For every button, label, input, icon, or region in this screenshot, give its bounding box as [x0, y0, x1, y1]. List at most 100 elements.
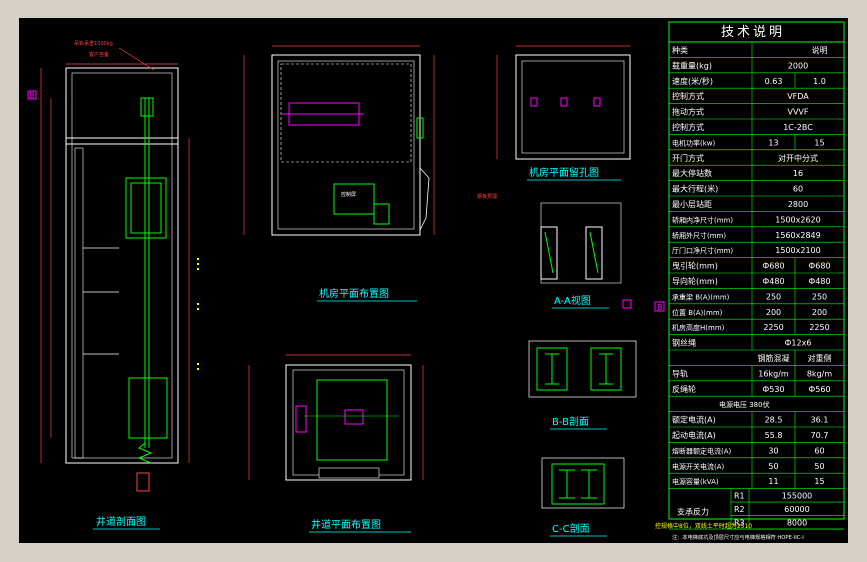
- spec-row-label: 机房高度H(mm): [672, 323, 725, 332]
- spec-row-label: 熔断器额定电流(A): [672, 446, 732, 455]
- spec-row-label: 控制方式: [672, 91, 704, 101]
- spec-row-label: 额定电流(A): [672, 415, 716, 425]
- bottom-note: 控规格中8位，双线土平时超为2510: [655, 522, 752, 530]
- hoistway-plan: 井道平面布置图: [248, 354, 424, 533]
- section-cc-title: C-C剖面: [552, 522, 590, 535]
- hole-plan: 机房平面留孔图: [496, 45, 631, 181]
- spec-row-value: 60: [793, 185, 803, 194]
- spec-row-label: 厅门口净尺寸(mm): [672, 246, 733, 255]
- reaction-value: 155000: [782, 492, 813, 501]
- spec-row-label: 种类: [672, 45, 688, 55]
- spec-row-label: 最大行程(米): [672, 184, 718, 194]
- spec-row-value-1: 55.8: [765, 431, 783, 440]
- reaction-name: R1: [734, 492, 745, 501]
- machine-room-plan-title: 机房平面布置图: [319, 287, 389, 300]
- spec-row-value: Ф12x6: [785, 339, 812, 348]
- spec-row-label: 位置 B(A)(mm): [672, 308, 723, 317]
- section-bb-title: B-B剖面: [552, 415, 589, 428]
- spec-row-label: 轿厢外尺寸(mm): [672, 231, 726, 240]
- section-cc: C-C剖面: [541, 457, 625, 537]
- spec-row-label: 起动电流(A): [672, 430, 716, 440]
- hoistway-section: 吊钩承重1000kg 客户自备 B 井道剖面图: [27, 40, 199, 530]
- spec-row-value-2: 50: [814, 462, 824, 471]
- hoistway-section-title: 井道剖面图: [96, 515, 146, 528]
- spec-row-value-2: 说明: [812, 45, 828, 55]
- spec-row-value-2: 15: [814, 477, 824, 486]
- spec-row-value-2: Ф480: [808, 277, 830, 286]
- cad-drawing-canvas[interactable]: 吊钩承重1000kg 客户自备 B 井道剖面图 控制屏 机房平面布置图 井道平面…: [19, 18, 848, 543]
- spec-row-value-2: 15: [814, 138, 824, 147]
- spec-row-value-1: 200: [766, 308, 781, 317]
- spec-row-value-1: Ф680: [762, 262, 784, 271]
- support-reaction-label: 支承反力: [677, 506, 709, 516]
- spec-row-value: 1500x2620: [775, 215, 820, 224]
- spec-row-value-1: 30: [768, 446, 778, 455]
- spec-row-value-1: 50: [768, 462, 778, 471]
- marker-b-right: B: [657, 303, 663, 312]
- spec-row-value-2: 36.1: [811, 416, 829, 425]
- spec-row-label: 载重量(kg): [672, 60, 712, 70]
- section-aa: 钢板预埋 A-A视图: [477, 193, 632, 309]
- machine-room-plan: 控制屏 机房平面布置图: [243, 45, 435, 302]
- spec-row-label: 电源开关电流(A): [672, 462, 725, 471]
- spec-row-value-1: Ф480: [762, 277, 784, 286]
- spec-row-value: 对开中分式: [778, 153, 818, 163]
- hook-note: 吊钩承重1000kg: [74, 40, 113, 47]
- spec-row-value-2: 250: [812, 292, 827, 301]
- spec-row-value: VFDA: [787, 92, 809, 101]
- spec-row-label: 电源容量(kVA): [672, 477, 719, 486]
- spec-row-label: 控制方式: [672, 122, 704, 132]
- spec-row-value-1: Ф530: [762, 385, 784, 394]
- section-aa-title: A-A视图: [554, 294, 591, 307]
- spec-row-value-2: 1.0: [813, 77, 826, 86]
- spec-row-label: 拖动方式: [672, 107, 704, 117]
- spec-row-label: 开门方式: [672, 153, 704, 163]
- spec-row-value: 1500x2100: [775, 246, 820, 255]
- marker-b-left: B: [29, 91, 35, 100]
- spec-row-label: 钢丝绳: [672, 338, 696, 348]
- spec-footnote: 注：本电梯底坑及顶层尺寸应与电梯规格相符 HOPE-IIC-I: [672, 533, 804, 541]
- spec-row-value-2: 对重侧: [808, 353, 832, 363]
- spec-row-label: 速度(米/秒): [672, 76, 713, 86]
- reaction-value: 60000: [784, 505, 809, 514]
- spec-row-value-1: 16kg/m: [758, 369, 789, 378]
- spec-row-label: 导向轮(mm): [672, 276, 718, 286]
- spec-row-value-1: 13: [768, 138, 778, 147]
- spec-row-value-2: 200: [812, 308, 827, 317]
- spec-row-value-1: 11: [768, 477, 778, 486]
- spec-row-value: 1560x2849: [775, 231, 820, 240]
- controller-label: 控制屏: [341, 191, 356, 198]
- spec-row-label: 轿厢内净尺寸(mm): [672, 215, 733, 224]
- spec-row-value-1: 钢筋混凝: [758, 353, 790, 363]
- drawing-svg: 吊钩承重1000kg 客户自备 B 井道剖面图 控制屏 机房平面布置图 井道平面…: [27, 21, 845, 541]
- spec-row-label: 电机功率(kw): [672, 138, 716, 147]
- hole-plan-title: 机房平面留孔图: [529, 166, 599, 179]
- spec-row-value-2: 60: [814, 446, 824, 455]
- hook-note-2: 客户自备: [89, 51, 109, 58]
- spec-row-value-2: Ф680: [808, 262, 830, 271]
- spec-row-value-2: Ф560: [808, 385, 830, 394]
- spec-row-value: 2800: [788, 200, 808, 209]
- spec-row-value: 16: [793, 169, 803, 178]
- spec-row-label: 反绳轮: [672, 384, 696, 394]
- spec-table-title: 技术说明: [721, 25, 785, 40]
- spec-row-label: 电源电压 380伏: [719, 400, 770, 409]
- hoistway-plan-title: 井道平面布置图: [311, 518, 381, 531]
- spec-row-value-1: 28.5: [765, 416, 783, 425]
- spec-row-value: 2000: [788, 61, 808, 70]
- spec-row-value: VVVF: [787, 108, 808, 117]
- steel-note: 钢板预埋: [477, 193, 497, 200]
- spec-row-value-2: 70.7: [811, 431, 829, 440]
- spec-row-value-2: 2250: [809, 323, 829, 332]
- spec-row-label: 最小层站距: [672, 199, 712, 209]
- spec-row-value-1: 250: [766, 292, 781, 301]
- spec-row-label: 承重梁 B(A)(mm): [672, 292, 730, 301]
- reaction-name: R2: [734, 505, 745, 514]
- spec-row-label: 曳引轮(mm): [672, 261, 718, 271]
- spec-row-label: 导轨: [672, 368, 688, 378]
- section-bb: B-B剖面: [528, 340, 637, 430]
- spec-row-value: 1C-2BC: [783, 123, 813, 132]
- spec-row-value-1: 2250: [763, 323, 783, 332]
- spec-table: 技术说明 种类 说明载重量(kg) 2000 速度(米/秒) 0.63 1.0 控制方式 VF…: [668, 21, 845, 541]
- reaction-value: 8000: [787, 519, 807, 528]
